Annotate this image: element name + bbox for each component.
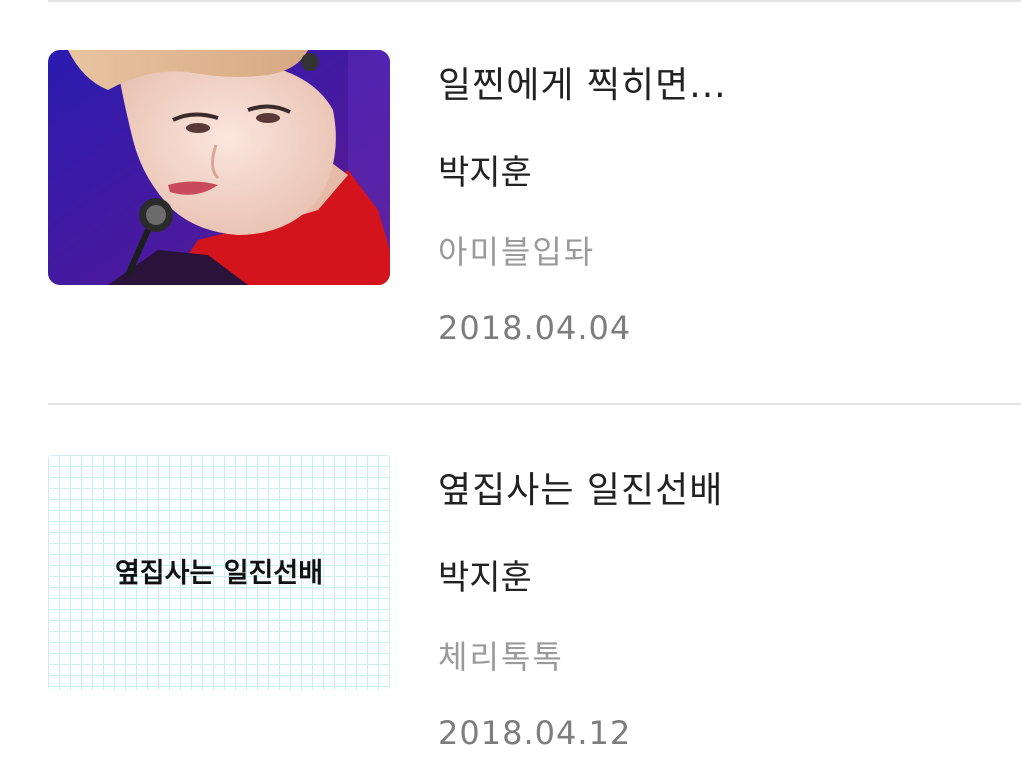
story-date: 2018.04.04 — [438, 309, 632, 347]
grid-paper-image: 옆집사는 일진선배 — [48, 455, 390, 690]
divider — [48, 0, 1021, 2]
story-title[interactable]: 일찐에게 찍히면... — [438, 56, 727, 108]
portrait-image — [48, 50, 390, 285]
story-thumbnail[interactable] — [48, 50, 390, 285]
divider — [48, 403, 1021, 405]
story-date: 2018.04.12 — [438, 714, 632, 752]
story-author: 박지훈 — [438, 153, 532, 193]
story-group: 아미블입돠 — [438, 233, 596, 271]
story-group: 체리톡톡 — [438, 638, 564, 676]
story-thumbnail[interactable]: 옆집사는 일진선배 — [48, 455, 390, 690]
story-list: 일찐에게 찍히면... 박지훈 아미블입돠 2018.04.04 옆집사는 일진… — [0, 0, 1021, 766]
story-author: 박지훈 — [438, 558, 532, 598]
story-title[interactable]: 옆집사는 일진선배 — [438, 461, 723, 513]
thumbnail-caption: 옆집사는 일진선배 — [114, 558, 324, 589]
